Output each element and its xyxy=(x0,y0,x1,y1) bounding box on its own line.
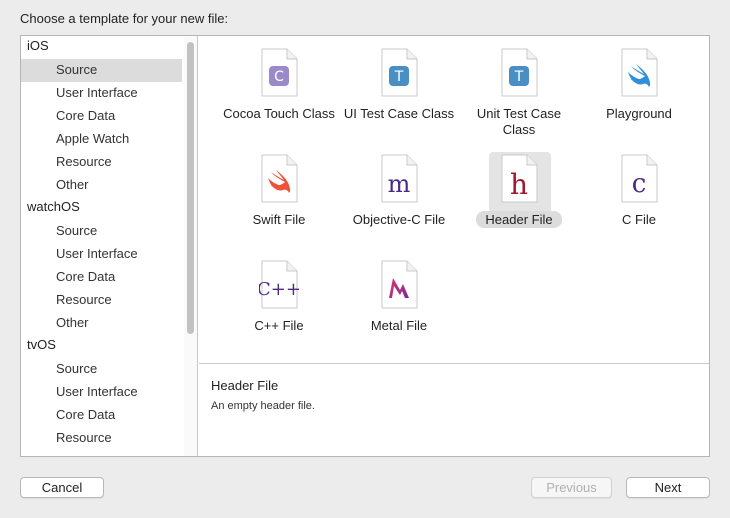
template-gallery: C Cocoa Touch Class T UI Test Case Class xyxy=(199,36,709,362)
template-label: Objective-C File xyxy=(352,212,446,227)
platform-sidebar: iOS Source User Interface Core Data Appl… xyxy=(21,36,198,456)
svg-text:T: T xyxy=(394,69,404,85)
ui-test-case-class-icon: T xyxy=(379,48,419,98)
template-label: Unit Test Case Class xyxy=(476,106,562,137)
description-title: Header File xyxy=(211,378,279,393)
metal-file-icon xyxy=(379,260,419,310)
template-label: Header File xyxy=(459,211,579,228)
sidebar-item-tvos-source[interactable]: Source xyxy=(21,358,182,381)
cocoa-touch-class-icon: C xyxy=(259,48,299,98)
template-tile-metal-file[interactable]: Metal File xyxy=(339,250,459,354)
template-label-text: Header File xyxy=(476,211,562,228)
sidebar-scrollbar[interactable] xyxy=(184,36,197,456)
template-tile-cpp-file[interactable]: C++ C++ File xyxy=(219,250,339,354)
sidebar-platform-ios: iOS xyxy=(27,38,49,53)
template-description-panel: Header File An empty header file. xyxy=(199,363,709,456)
sidebar-item-watchos-resource[interactable]: Resource xyxy=(21,289,182,312)
sidebar-item-watchos-other[interactable]: Other xyxy=(21,312,182,335)
cancel-button[interactable]: Cancel xyxy=(20,477,104,498)
template-label: C File xyxy=(622,212,656,227)
template-chooser-panel: iOS Source User Interface Core Data Appl… xyxy=(20,35,710,457)
sidebar-item-ios-resource[interactable]: Resource xyxy=(21,151,182,174)
sidebar-item-ios-user-interface[interactable]: User Interface xyxy=(21,82,182,105)
svg-text:T: T xyxy=(514,69,524,85)
swift-file-icon xyxy=(259,154,299,204)
objective-c-file-icon: m xyxy=(379,154,419,204)
svg-text:C: C xyxy=(274,69,284,85)
c-file-icon: c xyxy=(619,154,659,204)
sidebar-platform-watchos: watchOS xyxy=(27,199,80,214)
sidebar-item-ios-apple-watch[interactable]: Apple Watch xyxy=(21,128,182,151)
sidebar-item-tvos-user-interface[interactable]: User Interface xyxy=(21,381,182,404)
svg-text:C++: C++ xyxy=(259,279,299,300)
sidebar-platform-tvos: tvOS xyxy=(27,337,56,352)
template-tile-cocoa-touch-class[interactable]: C Cocoa Touch Class xyxy=(219,38,339,142)
template-tile-swift-file[interactable]: Swift File xyxy=(219,144,339,248)
template-tile-c-file[interactable]: c C File xyxy=(579,144,699,248)
previous-button[interactable]: Previous xyxy=(531,477,612,498)
template-label: UI Test Case Class xyxy=(343,106,455,121)
sidebar-item-watchos-source[interactable]: Source xyxy=(21,220,182,243)
sidebar-item-tvos-resource[interactable]: Resource xyxy=(21,427,182,450)
header-file-icon: h xyxy=(499,154,539,204)
dialog-title: Choose a template for your new file: xyxy=(20,11,229,26)
sidebar-item-ios-other[interactable]: Other xyxy=(21,174,182,197)
template-label: C++ File xyxy=(254,318,304,333)
playground-swift-icon xyxy=(619,48,659,98)
sidebar-item-watchos-core-data[interactable]: Core Data xyxy=(21,266,182,289)
description-body: An empty header file. xyxy=(211,400,315,412)
template-tile-header-file[interactable]: h Header File xyxy=(459,144,579,248)
unit-test-case-class-icon: T xyxy=(499,48,539,98)
template-tile-objective-c-file[interactable]: m Objective-C File xyxy=(339,144,459,248)
template-label: Cocoa Touch Class xyxy=(223,106,335,121)
cpp-file-icon: C++ xyxy=(259,260,299,310)
svg-text:h: h xyxy=(510,168,528,201)
template-label: Metal File xyxy=(370,318,428,333)
template-tile-ui-test-case-class[interactable]: T UI Test Case Class xyxy=(339,38,459,142)
next-button[interactable]: Next xyxy=(626,477,710,498)
sidebar-item-tvos-core-data[interactable]: Core Data xyxy=(21,404,182,427)
template-label: Playground xyxy=(606,106,672,121)
template-tile-playground[interactable]: Playground xyxy=(579,38,699,142)
svg-text:c: c xyxy=(632,169,647,199)
sidebar-list: iOS Source User Interface Core Data Appl… xyxy=(21,36,182,450)
sidebar-item-ios-core-data[interactable]: Core Data xyxy=(21,105,182,128)
template-label: Swift File xyxy=(252,212,306,227)
sidebar-item-watchos-user-interface[interactable]: User Interface xyxy=(21,243,182,266)
template-tile-unit-test-case-class[interactable]: T Unit Test Case Class xyxy=(459,38,579,142)
sidebar-scroll-thumb[interactable] xyxy=(187,42,194,334)
sidebar-item-ios-source[interactable]: Source xyxy=(21,59,182,82)
svg-text:m: m xyxy=(388,170,411,198)
